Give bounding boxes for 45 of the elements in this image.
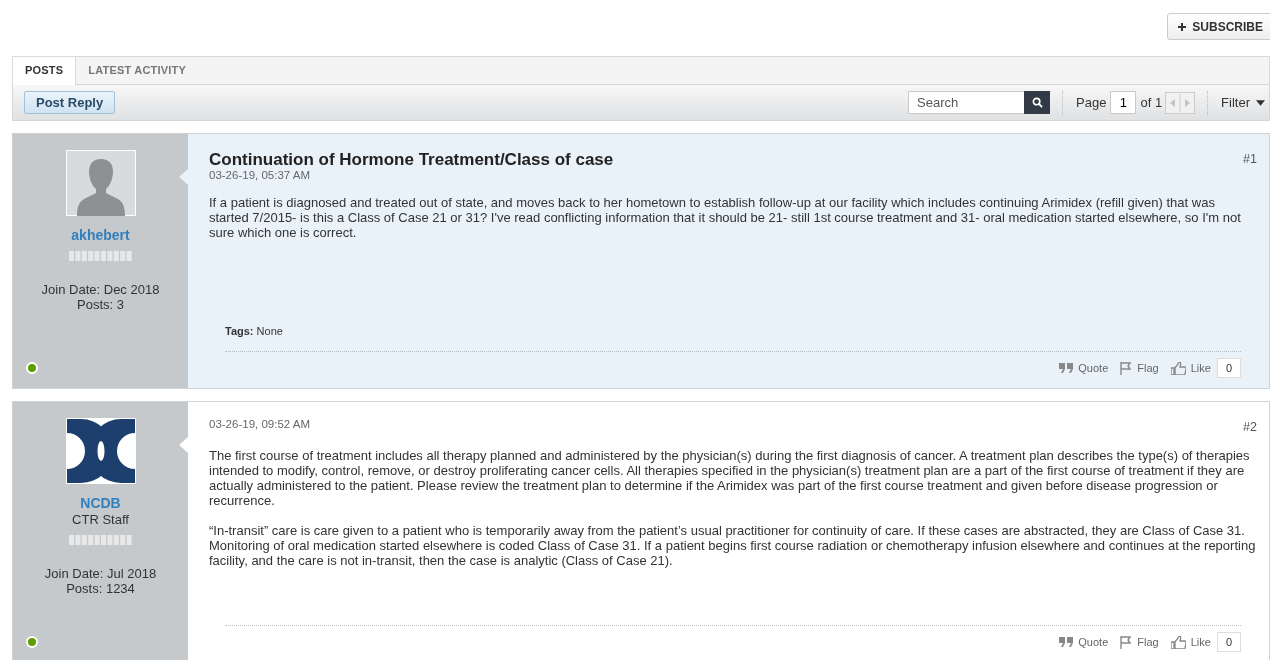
page-total: of 1 (1140, 95, 1163, 110)
post-count: Posts: 1234 (66, 581, 135, 596)
post-reply-button[interactable]: Post Reply (24, 91, 116, 114)
post-number[interactable]: #2 (1243, 420, 1257, 434)
tab[interactable]: POSTS (13, 57, 77, 85)
flag-button[interactable]: Flag (1120, 635, 1159, 649)
join-date: Join Date: Jul 2018 (44, 566, 157, 581)
quote-button[interactable]: Quote (1059, 636, 1109, 648)
post-text: The first course of treatment includes all therapy planned and administered by the physician(s) during the first diagnosis of cancer. A treatment plan describes the type(s) of therapies intended to modify, control, remove, or destroy proliferating cancer cells. All therapies specified in the physician(s) treatment plan are a part of the first course of treatment if they are actually administered to the patient. Please review the treatment plan to determine if the Arimidex was part of the first course treatment and given before disease progression or recurrence. (209, 448, 1251, 508)
thumbs-up-icon (1170, 361, 1186, 375)
subscribe-button[interactable]: SUBSCRIBE (1167, 13, 1270, 40)
like-button[interactable]: Like (1170, 361, 1211, 375)
flag-icon (1120, 361, 1133, 375)
tab[interactable]: LATEST ACTIVITY (76, 57, 199, 84)
avatar-silhouette-icon (65, 150, 136, 216)
quote-icon (1059, 363, 1074, 373)
thumbs-up-icon (1170, 635, 1186, 649)
flag-icon (1120, 635, 1133, 649)
post-text: “In-transit” care is care given to a patient who is temporarily away from the patient’s usual practitioner for continuity of care. If these cases are abstracted, they are Class of Case 31. Monitoring of oral medication started elsewhere is coded Class of Case 31. If a patient begins first course radiation or chemotherapy infusion elsewhere and continues at the reporting facility, and the care is not in-transit, then the case is analytic (Class of Case 21). (209, 523, 1257, 568)
reputation-bar-icon (69, 535, 132, 545)
quote-icon (1059, 637, 1074, 647)
caret-icon (1256, 99, 1265, 106)
post-title: Continuation of Hormone Treatment/Class of case (209, 150, 614, 169)
tags-text: Tags: None (225, 325, 284, 337)
like-count: 0 (1216, 358, 1241, 378)
post-text: If a patient is diagnosed and treated out of state, and moves back to her hometown to establish follow-up at our facility which includes continuing Arimidex (refill given) that was started 7/2015- is this a Class of Case 21 or 31? I've read conflicting information that it should be 21- still 1st course treatment and 31- oral medication started elsewhere, so I'm not sure which one is correct. (209, 195, 1242, 240)
post-number[interactable]: #1 (1243, 152, 1257, 181)
post-date: 03-26-19, 09:52 AM (209, 418, 310, 430)
post-date: 03-26-19, 05:37 AM (209, 169, 311, 181)
page-input[interactable]: 1 (1110, 91, 1137, 114)
reputation-bar-icon (69, 251, 132, 261)
page-label: Page (1076, 95, 1107, 110)
user-title: CTR Staff (72, 512, 129, 527)
filter-button[interactable]: Filter (1221, 95, 1265, 110)
quote-button[interactable]: Quote (1059, 362, 1109, 374)
search-field[interactable]: Search (908, 91, 1025, 114)
flag-button[interactable]: Flag (1120, 361, 1159, 375)
like-count: 0 (1216, 632, 1241, 652)
plus-icon (1178, 22, 1187, 31)
join-date: Join Date: Dec 2018 (41, 282, 160, 297)
post-count: Posts: 3 (77, 297, 124, 312)
search-icon (1031, 97, 1043, 108)
logo-icon (65, 418, 136, 484)
like-button[interactable]: Like (1170, 635, 1211, 649)
search-button[interactable] (1024, 91, 1051, 114)
